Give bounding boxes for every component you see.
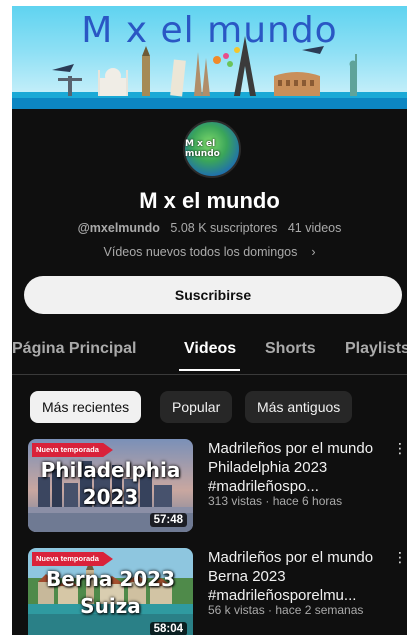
video-item[interactable]: Nueva temporada Philadelphia 2023 57:48 … xyxy=(28,439,407,535)
subscriber-count: 5.08 K suscriptores xyxy=(170,221,278,235)
new-season-badge: Nueva temporada xyxy=(32,552,113,566)
video-title[interactable]: Madrileños por el mundo Philadelphia 202… xyxy=(208,439,388,496)
video-metadata: 56 k vistas · hace 2 semanas xyxy=(208,603,364,617)
more-vertical-icon[interactable]: ⋮ xyxy=(393,439,407,459)
video-item[interactable]: Nueva temporada Berna 2023 Suiza 58:04 M… xyxy=(28,548,407,635)
channel-banner: M x el mundo xyxy=(12,6,407,109)
video-count: 41 videos xyxy=(287,221,342,235)
banner-title: M x el mundo xyxy=(81,10,338,51)
video-duration: 58:04 xyxy=(149,622,187,635)
video-duration: 57:48 xyxy=(149,513,187,527)
thumbnail-title-line1: Berna 2023 xyxy=(45,567,176,591)
avatar-logo-text: M x el mundo xyxy=(185,139,220,159)
video-metadata: 313 vistas · hace 6 horas xyxy=(208,494,343,508)
chip-oldest[interactable]: Más antiguos xyxy=(245,391,353,423)
channel-tabs: Página Principal Videos Shorts Playlists xyxy=(12,334,407,374)
tab-playlists[interactable]: Playlists xyxy=(345,340,407,358)
thumbnail-title-line1: Philadelphia xyxy=(40,458,181,482)
channel-description: Vídeos nuevos todos los domingos xyxy=(103,245,298,259)
thumbnail-title-line2: 2023 xyxy=(82,485,139,509)
tabs-divider xyxy=(12,374,407,375)
active-tab-indicator xyxy=(179,369,240,371)
chip-most-recent[interactable]: Más recientes xyxy=(30,391,142,423)
channel-handle: @mxelmundo xyxy=(77,221,160,235)
video-thumbnail[interactable]: Nueva temporada Berna 2023 Suiza 58:04 xyxy=(28,548,193,635)
subscribe-button[interactable]: Suscribirse xyxy=(24,276,402,314)
channel-name: M x el mundo xyxy=(139,188,280,213)
app-frame: M x el mundo M x el mundo M x el mundo @… xyxy=(12,6,407,635)
channel-avatar[interactable]: M x el mundo xyxy=(183,120,241,178)
tab-shorts[interactable]: Shorts xyxy=(265,340,316,358)
video-title[interactable]: Madrileños por el mundo Berna 2023 #madr… xyxy=(208,548,388,605)
tab-home[interactable]: Página Principal xyxy=(12,340,136,358)
chevron-right-icon: › xyxy=(311,245,316,259)
tab-videos[interactable]: Videos xyxy=(184,340,236,358)
channel-description-link[interactable]: Vídeos nuevos todos los domingos › xyxy=(12,245,407,259)
more-vertical-icon[interactable]: ⋮ xyxy=(393,548,407,568)
chip-popular[interactable]: Popular xyxy=(160,391,233,423)
new-season-badge: Nueva temporada xyxy=(32,443,113,457)
thumbnail-title-line2: Suiza xyxy=(80,594,141,618)
video-thumbnail[interactable]: Nueva temporada Philadelphia 2023 57:48 xyxy=(28,439,193,532)
channel-stats: @mxelmundo 5.08 K suscriptores 41 videos xyxy=(12,221,407,235)
